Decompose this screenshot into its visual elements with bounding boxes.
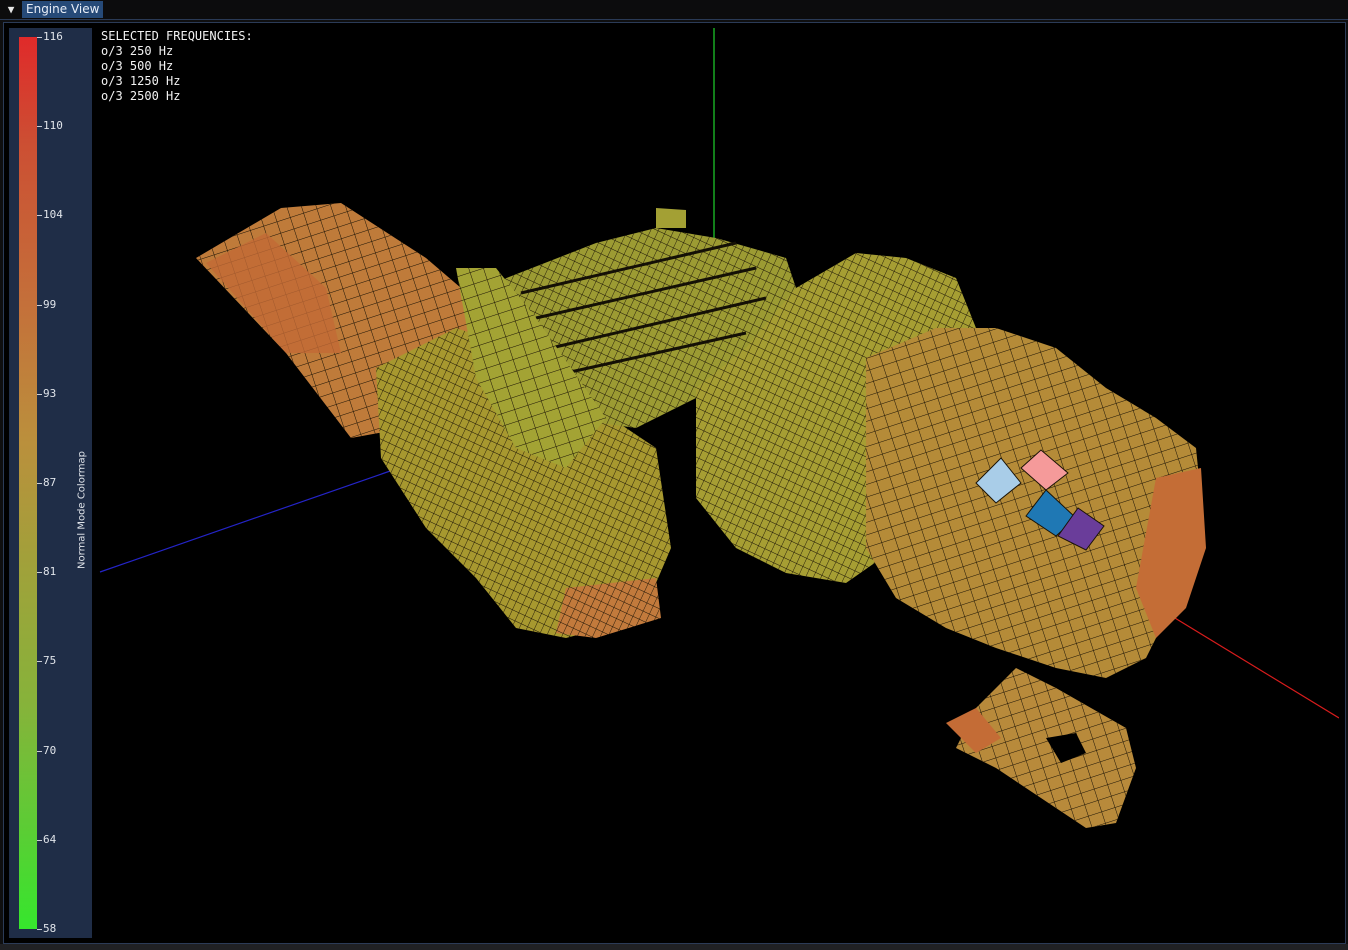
colormap-tick-label: 64: [43, 832, 57, 846]
colormap-tick-label: 104: [43, 208, 63, 222]
colormap-tick-label: 99: [43, 297, 57, 311]
frequency-line: o/3 1250 Hz: [101, 74, 181, 88]
frequency-line: o/3 2500 Hz: [101, 89, 181, 103]
window-titlebar: ▼ Engine View: [0, 0, 1348, 20]
colormap-tick-mark: [37, 661, 42, 663]
collapse-arrow-icon[interactable]: ▼: [3, 2, 19, 17]
selected-frequencies-header: SELECTED FREQUENCIES:: [101, 29, 253, 43]
colormap-tick-label: 75: [43, 654, 57, 668]
selected-frequencies-overlay: SELECTED FREQUENCIES: o/3 250 Hz o/3 500 H…: [101, 29, 253, 104]
colormap-tick-mark: [37, 750, 42, 752]
colormap-tick-label: 110: [43, 119, 63, 133]
colormap-tick-mark: [37, 572, 42, 574]
frequency-line: o/3 500 Hz: [101, 59, 174, 73]
tab-engine-view[interactable]: Engine View: [22, 1, 104, 18]
colormap-tick-label: 58: [43, 922, 57, 935]
colormap-tick-label: 93: [43, 386, 57, 400]
colormap-tick-mark: [37, 393, 42, 395]
status-strip: [0, 944, 1348, 950]
colormap-title: Normal Mode Colormap: [76, 451, 88, 569]
colormap-tick-mark: [37, 215, 42, 217]
colormap-tick-mark: [37, 37, 42, 38]
colormap-tick-label: 87: [43, 476, 57, 489]
colormap-tick-mark: [37, 839, 42, 841]
colormap-legend: 116 110 104 99 93 87 81 75 70 64 58 Normal Mode Co…: [9, 28, 92, 938]
3d-viewport[interactable]: [96, 28, 1340, 940]
colormap-tick-mark: [37, 929, 42, 930]
colormap-tick-label: 116: [43, 30, 63, 43]
colormap-tick-mark: [37, 126, 42, 128]
colormap-gradient: [19, 37, 37, 929]
colormap-tick-mark: [37, 483, 42, 484]
mesh-render[interactable]: [96, 28, 1340, 940]
colormap-tick-mark: [37, 304, 42, 306]
colormap-tick-label: 81: [43, 565, 57, 579]
colormap-tick-label: 70: [43, 743, 57, 757]
frequency-line: o/3 250 Hz: [101, 44, 174, 58]
